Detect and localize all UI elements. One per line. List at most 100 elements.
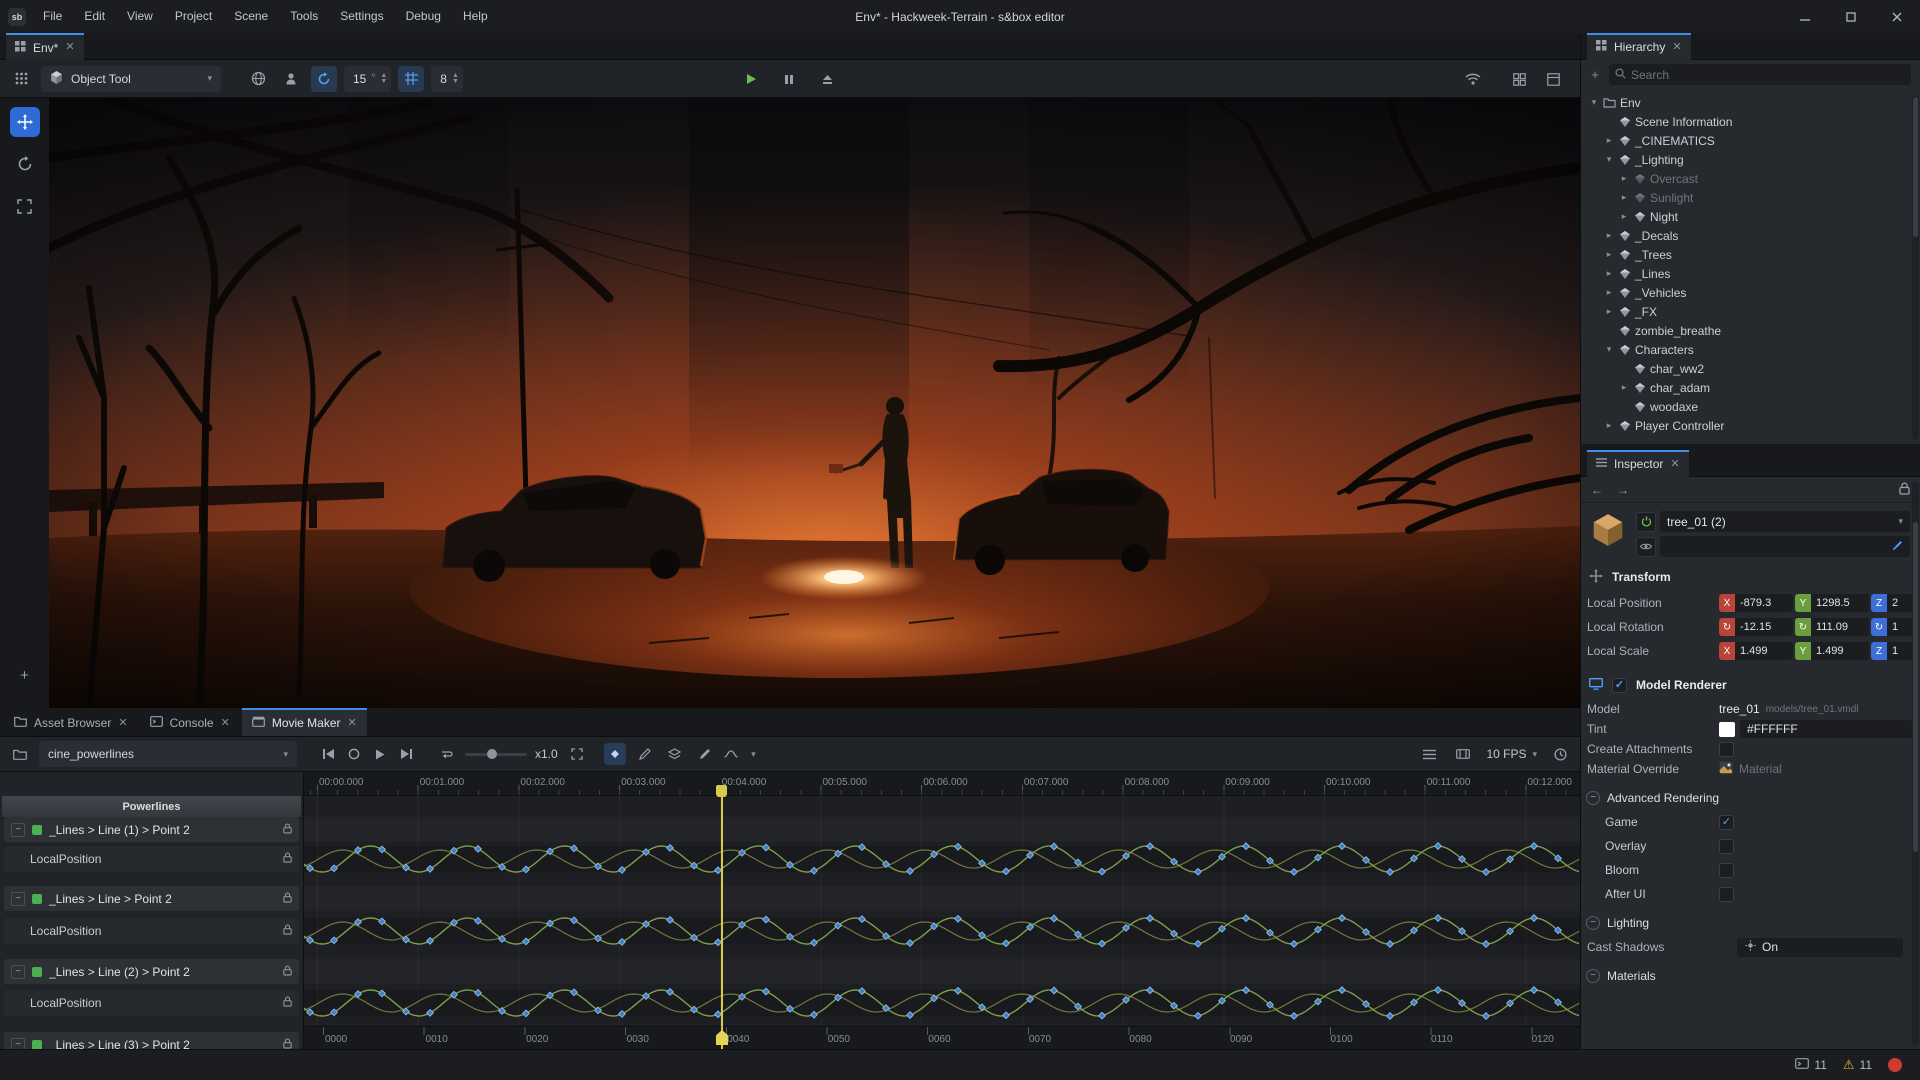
loop-toggle[interactable]	[435, 743, 457, 765]
close-button[interactable]	[1874, 0, 1920, 33]
world-space-button[interactable]	[245, 66, 271, 92]
track-row[interactable]: −_Lines > Line (2) > Point 2	[4, 959, 299, 984]
hierarchy-item-char-adam[interactable]: ▸char_adam	[1581, 378, 1911, 397]
local-space-button[interactable]	[278, 66, 304, 92]
hierarchy-item-woodaxe[interactable]: woodaxe	[1581, 397, 1911, 416]
stepper-arrows[interactable]: ▲▼	[380, 73, 387, 85]
hierarchy-item--lines[interactable]: ▸_Lines	[1581, 264, 1911, 283]
back-arrow-icon[interactable]: ←	[1591, 483, 1603, 497]
track-property-row[interactable]: LocalPosition	[4, 846, 299, 872]
lock-icon[interactable]	[283, 823, 292, 837]
error-indicator[interactable]	[1888, 1058, 1902, 1072]
collapse-track-button[interactable]: −	[11, 823, 25, 837]
layout-single-button[interactable]	[1540, 66, 1566, 92]
tab-movie-maker[interactable]: Movie Maker✕	[242, 708, 367, 736]
playback-speed-slider[interactable]	[465, 753, 527, 756]
lock-icon[interactable]	[283, 965, 292, 979]
keyframe-record-toggle[interactable]	[604, 743, 626, 765]
lighting-header[interactable]: − Lighting	[1581, 910, 1920, 935]
fullscreen-tool-button[interactable]	[10, 191, 40, 221]
menu-debug[interactable]: Debug	[395, 0, 452, 33]
grid-snap-field[interactable]: 8 ▲▼	[431, 66, 463, 92]
lock-icon[interactable]	[283, 892, 292, 906]
track-property-row[interactable]: LocalPosition	[4, 990, 299, 1016]
tint-color-swatch[interactable]	[1719, 722, 1735, 737]
play-button[interactable]	[369, 743, 391, 765]
menu-tools[interactable]: Tools	[279, 0, 329, 33]
close-tab-icon[interactable]: ✕	[1670, 459, 1679, 470]
eject-button[interactable]	[814, 66, 840, 92]
track-property-row[interactable]: LocalPosition	[4, 918, 299, 944]
advanced-rendering-header[interactable]: − Advanced Rendering	[1581, 785, 1920, 810]
expand-arrow-icon[interactable]: ▸	[1602, 306, 1616, 317]
expand-arrow-icon[interactable]: ▸	[1602, 287, 1616, 298]
playhead[interactable]	[721, 785, 723, 1049]
fps-dropdown[interactable]: 10 FPS ▾	[1486, 747, 1537, 761]
expand-arrow-icon[interactable]: ▸	[1617, 382, 1631, 393]
menu-project[interactable]: Project	[164, 0, 223, 33]
hierarchy-item-player-controller[interactable]: ▸Player Controller	[1581, 416, 1911, 435]
hierarchy-item--lighting[interactable]: ▾_Lighting	[1581, 150, 1911, 169]
hierarchy-item--cinematics[interactable]: ▸_CINEMATICS	[1581, 131, 1911, 150]
stepper-arrows[interactable]: ▲▼	[452, 73, 459, 85]
menu-settings[interactable]: Settings	[329, 0, 394, 33]
forward-arrow-icon[interactable]: →	[1617, 483, 1629, 497]
hierarchy-item--fx[interactable]: ▸_FX	[1581, 302, 1911, 321]
position-y-field[interactable]: Y1298.5	[1795, 594, 1869, 612]
edit-keys-icon[interactable]	[694, 743, 716, 765]
timeline-mode-icon[interactable]	[1452, 743, 1474, 765]
track-list-icon[interactable]	[1418, 743, 1440, 765]
close-tab-icon[interactable]: ✕	[221, 718, 230, 729]
bloom-checkbox[interactable]: ✓	[1719, 863, 1734, 878]
hierarchy-item-night[interactable]: ▸Night	[1581, 207, 1911, 226]
close-tab-icon[interactable]: ✕	[348, 718, 357, 729]
frame-ruler[interactable]: 0000001000200030004000500060007000800090…	[304, 1026, 1580, 1049]
tint-value-field[interactable]: #FFFFFF	[1740, 720, 1914, 738]
timeline[interactable]: 00:00.00000:01.00000:02.00000:03.00000:0…	[304, 772, 1580, 1049]
expand-arrow-icon[interactable]: ▸	[1602, 135, 1616, 146]
rotation-roll-field[interactable]: ↻1	[1871, 618, 1914, 636]
track-group-header[interactable]: Powerlines	[2, 796, 301, 817]
tags-field[interactable]	[1660, 536, 1910, 557]
go-to-end-button[interactable]	[395, 743, 417, 765]
move-tool-button[interactable]	[10, 107, 40, 137]
viewport-3d-scene[interactable]	[49, 98, 1580, 708]
lock-icon[interactable]	[283, 996, 292, 1010]
model-renderer-section-header[interactable]: ✓ Model Renderer	[1581, 671, 1920, 699]
inspector-scrollbar[interactable]	[1912, 482, 1919, 1045]
clip-selector-dropdown[interactable]: cine_powerlines ▾	[39, 741, 297, 767]
expand-arrow-icon[interactable]: ▸	[1602, 268, 1616, 279]
expand-arrow-icon[interactable]: ▸	[1602, 420, 1616, 431]
grid-snap-toggle[interactable]	[398, 66, 424, 92]
close-tab-icon[interactable]: ✕	[118, 718, 127, 729]
folder-icon[interactable]	[9, 743, 31, 765]
hierarchy-item--trees[interactable]: ▸_Trees	[1581, 245, 1911, 264]
hierarchy-item-characters[interactable]: ▾Characters	[1581, 340, 1911, 359]
position-z-field[interactable]: Z2	[1871, 594, 1914, 612]
expand-arrow-icon[interactable]: ▸	[1617, 173, 1631, 184]
collapse-icon[interactable]: −	[1586, 969, 1600, 983]
pencil-icon[interactable]	[634, 743, 656, 765]
close-tab-icon[interactable]: ✕	[1672, 42, 1681, 53]
lock-icon[interactable]	[1899, 482, 1910, 498]
hierarchy-item--vehicles[interactable]: ▸_Vehicles	[1581, 283, 1911, 302]
expand-arrow-icon[interactable]: ▸	[1602, 249, 1616, 260]
tab-env[interactable]: Env* ✕	[6, 33, 84, 60]
warning-count[interactable]: ⚠ 11	[1843, 1057, 1872, 1073]
create-attachments-checkbox[interactable]: ✓	[1719, 742, 1734, 757]
layers-icon[interactable]	[664, 743, 686, 765]
collapse-icon[interactable]: −	[1586, 791, 1600, 805]
hierarchy-item-zombie-breathe[interactable]: zombie_breathe	[1581, 321, 1911, 340]
curve-mode-dropdown[interactable]: ▾	[724, 743, 756, 765]
add-gameobject-button[interactable]: +	[1586, 67, 1604, 82]
scale-x-field[interactable]: X1.499	[1719, 642, 1793, 660]
lock-icon[interactable]	[283, 852, 292, 866]
timeline-curve-band[interactable]	[304, 846, 1580, 872]
collapse-arrow-icon[interactable]: ▾	[1602, 154, 1616, 165]
hierarchy-scrollbar[interactable]	[1912, 95, 1919, 440]
tab-inspector[interactable]: Inspector ✕	[1587, 450, 1689, 477]
tool-selector-dropdown[interactable]: Object Tool ▾	[41, 66, 221, 92]
rotation-yaw-field[interactable]: ↻111.09	[1795, 618, 1869, 636]
hierarchy-item--decals[interactable]: ▸_Decals	[1581, 226, 1911, 245]
transform-section-header[interactable]: Transform	[1581, 563, 1920, 591]
